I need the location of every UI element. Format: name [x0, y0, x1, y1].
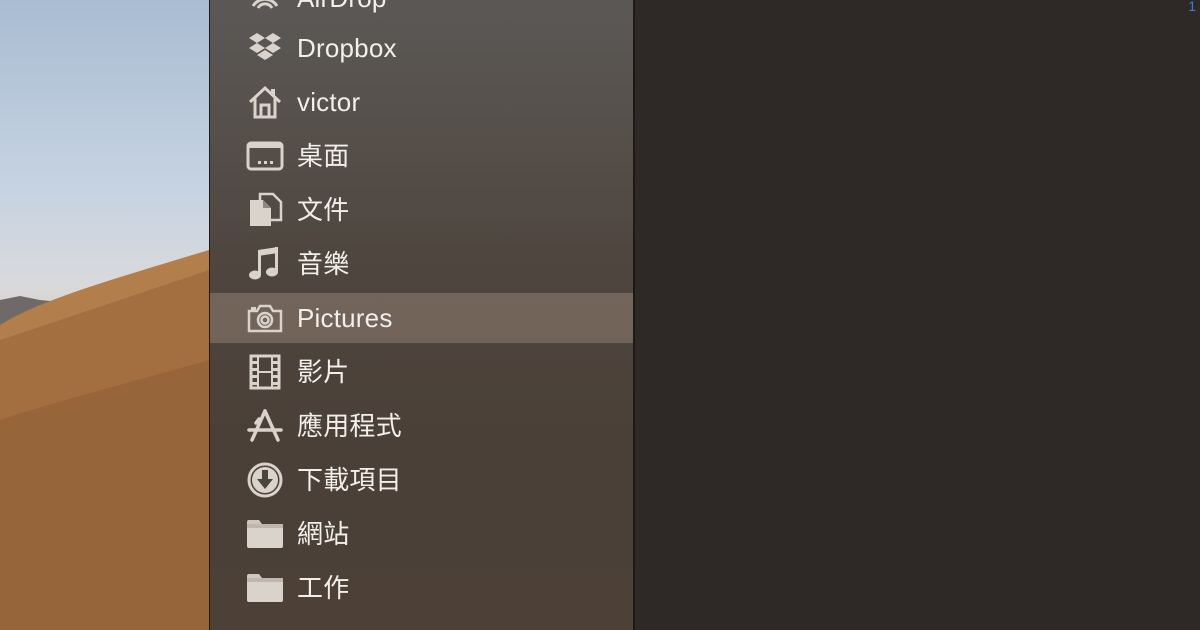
sidebar-item-label: Pictures: [297, 303, 393, 333]
sidebar-item-label: 工作: [297, 573, 350, 603]
camera-icon: [245, 300, 285, 336]
sidebar-item-downloads[interactable]: 下載項目: [210, 455, 633, 505]
sidebar-item-label: 影片: [297, 357, 350, 387]
sidebar-item-label: 應用程式: [297, 411, 402, 441]
sidebar-item-dropbox[interactable]: Dropbox: [210, 23, 633, 73]
screen: AirDrop Dropbox: [0, 0, 1200, 630]
sidebar-item-label: 音樂: [297, 249, 350, 279]
sidebar-item-documents[interactable]: 文件: [210, 185, 633, 235]
folder-icon: [245, 570, 285, 606]
sidebar-item-websites[interactable]: 網站: [210, 509, 633, 559]
desktop-icon: [245, 138, 285, 174]
sidebar-item-label: victor: [297, 87, 361, 117]
music-icon: [245, 246, 285, 282]
folder-icon: [245, 516, 285, 552]
sidebar-item-work[interactable]: 工作: [210, 563, 633, 613]
sidebar-item-airdrop[interactable]: AirDrop: [210, 0, 633, 23]
item-count-label: 1: [1188, 0, 1196, 14]
film-icon: [245, 354, 285, 390]
download-icon: [245, 462, 285, 498]
documents-icon: [245, 192, 285, 228]
airdrop-icon: [245, 0, 285, 16]
sidebar-item-label: 文件: [297, 195, 350, 225]
home-icon: [245, 84, 285, 120]
sidebar-item-label: 桌面: [297, 141, 350, 171]
sidebar-item-music[interactable]: 音樂: [210, 239, 633, 289]
applications-icon: [245, 408, 285, 444]
finder-content-pane[interactable]: 1: [635, 0, 1200, 630]
desktop-wallpaper: [0, 0, 209, 630]
sidebar-item-movies[interactable]: 影片: [210, 347, 633, 397]
sidebar-item-applications[interactable]: 應用程式: [210, 401, 633, 451]
sidebar-item-home[interactable]: victor: [210, 77, 633, 127]
sidebar-item-desktop[interactable]: 桌面: [210, 131, 633, 181]
sidebar-item-label: 網站: [297, 519, 350, 549]
sidebar-item-label: Dropbox: [297, 33, 397, 63]
folder-icon: [245, 624, 283, 630]
finder-sidebar: AirDrop Dropbox: [209, 0, 635, 630]
dropbox-icon: [245, 30, 285, 66]
sidebar-item-pictures[interactable]: Pictures: [210, 293, 633, 343]
sidebar-item-label: 下載項目: [297, 465, 402, 495]
sidebar-item-label: AirDrop: [297, 0, 387, 13]
